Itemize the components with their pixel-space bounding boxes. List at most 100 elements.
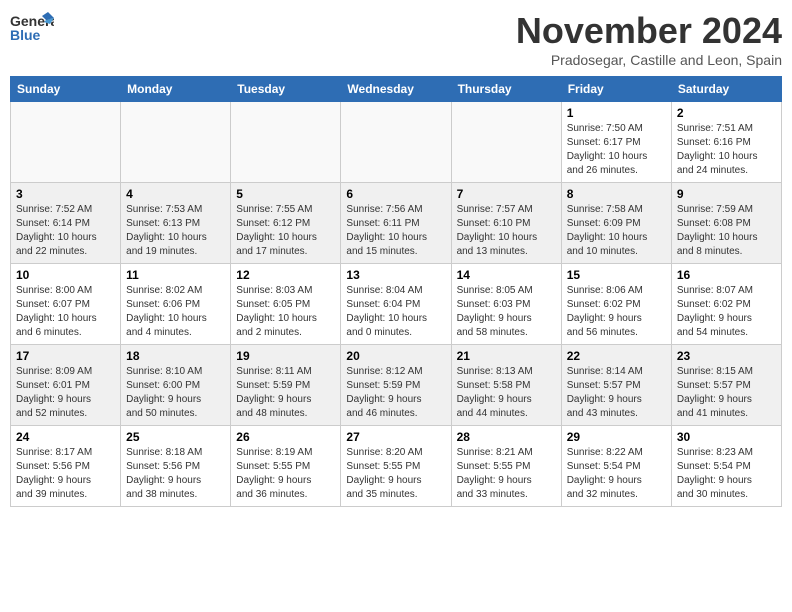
day-number: 8 [567, 187, 666, 201]
calendar-cell: 30 Sunrise: 8:23 AM Sunset: 5:54 PM Dayli… [671, 426, 781, 507]
calendar-week-row: 10 Sunrise: 8:00 AM Sunset: 6:07 PM Dayli… [11, 264, 782, 345]
day-info: Sunrise: 8:22 AM Sunset: 5:54 PM Dayligh… [567, 446, 666, 502]
calendar-cell: 2Sunrise: 7:51 AM Sunset: 6:16 PM Daylig… [671, 102, 781, 183]
column-header-tuesday: Tuesday [231, 77, 341, 102]
day-info: Sunrise: 8:00 AM Sunset: 6:07 PM Dayligh… [16, 284, 115, 340]
day-info: Sunrise: 7:59 AM Sunset: 6:08 PM Dayligh… [677, 203, 776, 259]
day-info: Sunrise: 8:21 AM Sunset: 5:55 PM Dayligh… [457, 446, 556, 502]
day-info: Sunrise: 8:05 AM Sunset: 6:03 PM Dayligh… [457, 284, 556, 340]
day-info: Sunrise: 8:15 AM Sunset: 5:57 PM Dayligh… [677, 365, 776, 421]
calendar-cell: 8Sunrise: 7:58 AM Sunset: 6:09 PM Daylig… [561, 183, 671, 264]
calendar-cell: 23 Sunrise: 8:15 AM Sunset: 5:57 PM Dayli… [671, 345, 781, 426]
day-info: Sunrise: 8:06 AM Sunset: 6:02 PM Dayligh… [567, 284, 666, 340]
column-header-wednesday: Wednesday [341, 77, 451, 102]
day-number: 24 [16, 430, 115, 444]
calendar-cell: 29 Sunrise: 8:22 AM Sunset: 5:54 PM Dayli… [561, 426, 671, 507]
day-number: 22 [567, 349, 666, 363]
day-info: Sunrise: 8:14 AM Sunset: 5:57 PM Dayligh… [567, 365, 666, 421]
day-info: Sunrise: 7:56 AM Sunset: 6:11 PM Dayligh… [346, 203, 445, 259]
calendar-cell [231, 102, 341, 183]
location-subtitle: Pradosegar, Castille and Leon, Spain [516, 52, 782, 68]
calendar-cell: 10 Sunrise: 8:00 AM Sunset: 6:07 PM Dayli… [11, 264, 121, 345]
column-header-friday: Friday [561, 77, 671, 102]
calendar-cell: 16 Sunrise: 8:07 AM Sunset: 6:02 PM Dayli… [671, 264, 781, 345]
calendar-cell: 20Sunrise: 8:12 AM Sunset: 5:59 PM Dayli… [341, 345, 451, 426]
day-info: Sunrise: 8:07 AM Sunset: 6:02 PM Dayligh… [677, 284, 776, 340]
calendar-cell: 9 Sunrise: 7:59 AM Sunset: 6:08 PM Daylig… [671, 183, 781, 264]
calendar-cell: 3 Sunrise: 7:52 AM Sunset: 6:14 PM Daylig… [11, 183, 121, 264]
day-number: 23 [677, 349, 776, 363]
calendar-cell: 4Sunrise: 7:53 AM Sunset: 6:13 PM Daylig… [121, 183, 231, 264]
calendar-cell: 17 Sunrise: 8:09 AM Sunset: 6:01 PM Dayli… [11, 345, 121, 426]
title-area: November 2024 Pradosegar, Castille and L… [516, 10, 782, 68]
calendar-cell: 15Sunrise: 8:06 AM Sunset: 6:02 PM Dayli… [561, 264, 671, 345]
calendar-week-row: 17 Sunrise: 8:09 AM Sunset: 6:01 PM Dayli… [11, 345, 782, 426]
day-number: 18 [126, 349, 225, 363]
calendar-cell: 6 Sunrise: 7:56 AM Sunset: 6:11 PM Daylig… [341, 183, 451, 264]
day-info: Sunrise: 7:52 AM Sunset: 6:14 PM Dayligh… [16, 203, 115, 259]
day-info: Sunrise: 8:09 AM Sunset: 6:01 PM Dayligh… [16, 365, 115, 421]
column-header-sunday: Sunday [11, 77, 121, 102]
day-number: 6 [346, 187, 445, 201]
logo: General Blue [10, 10, 54, 46]
day-info: Sunrise: 8:04 AM Sunset: 6:04 PM Dayligh… [346, 284, 445, 340]
calendar-cell: 13 Sunrise: 8:04 AM Sunset: 6:04 PM Dayli… [341, 264, 451, 345]
column-header-saturday: Saturday [671, 77, 781, 102]
calendar-week-row: 1 Sunrise: 7:50 AM Sunset: 6:17 PM Daylig… [11, 102, 782, 183]
day-number: 27 [346, 430, 445, 444]
day-number: 9 [677, 187, 776, 201]
day-info: Sunrise: 8:03 AM Sunset: 6:05 PM Dayligh… [236, 284, 335, 340]
day-info: Sunrise: 8:18 AM Sunset: 5:56 PM Dayligh… [126, 446, 225, 502]
calendar-cell: 22 Sunrise: 8:14 AM Sunset: 5:57 PM Dayli… [561, 345, 671, 426]
calendar-cell: 26Sunrise: 8:19 AM Sunset: 5:55 PM Dayli… [231, 426, 341, 507]
calendar-cell: 5 Sunrise: 7:55 AM Sunset: 6:12 PM Daylig… [231, 183, 341, 264]
calendar-table: SundayMondayTuesdayWednesdayThursdayFrid… [10, 76, 782, 507]
calendar-cell: 24Sunrise: 8:17 AM Sunset: 5:56 PM Dayli… [11, 426, 121, 507]
calendar-cell: 7 Sunrise: 7:57 AM Sunset: 6:10 PM Daylig… [451, 183, 561, 264]
calendar-cell: 12 Sunrise: 8:03 AM Sunset: 6:05 PM Dayli… [231, 264, 341, 345]
day-info: Sunrise: 7:51 AM Sunset: 6:16 PM Dayligh… [677, 122, 776, 178]
day-number: 13 [346, 268, 445, 282]
day-info: Sunrise: 7:55 AM Sunset: 6:12 PM Dayligh… [236, 203, 335, 259]
calendar-cell [451, 102, 561, 183]
column-header-thursday: Thursday [451, 77, 561, 102]
day-info: Sunrise: 7:50 AM Sunset: 6:17 PM Dayligh… [567, 122, 666, 178]
calendar-cell: 25 Sunrise: 8:18 AM Sunset: 5:56 PM Dayli… [121, 426, 231, 507]
day-info: Sunrise: 8:23 AM Sunset: 5:54 PM Dayligh… [677, 446, 776, 502]
day-number: 29 [567, 430, 666, 444]
day-number: 14 [457, 268, 556, 282]
day-info: Sunrise: 8:20 AM Sunset: 5:55 PM Dayligh… [346, 446, 445, 502]
day-number: 19 [236, 349, 335, 363]
day-number: 17 [16, 349, 115, 363]
logo-icon: General Blue [10, 10, 54, 46]
day-info: Sunrise: 8:10 AM Sunset: 6:00 PM Dayligh… [126, 365, 225, 421]
calendar-cell [341, 102, 451, 183]
calendar-cell: 18 Sunrise: 8:10 AM Sunset: 6:00 PM Dayli… [121, 345, 231, 426]
day-info: Sunrise: 8:11 AM Sunset: 5:59 PM Dayligh… [236, 365, 335, 421]
day-number: 4 [126, 187, 225, 201]
day-number: 28 [457, 430, 556, 444]
day-info: Sunrise: 8:12 AM Sunset: 5:59 PM Dayligh… [346, 365, 445, 421]
day-info: Sunrise: 7:57 AM Sunset: 6:10 PM Dayligh… [457, 203, 556, 259]
day-number: 25 [126, 430, 225, 444]
day-number: 7 [457, 187, 556, 201]
calendar-cell [121, 102, 231, 183]
day-number: 5 [236, 187, 335, 201]
calendar-cell: 11Sunrise: 8:02 AM Sunset: 6:06 PM Dayli… [121, 264, 231, 345]
calendar-cell: 21Sunrise: 8:13 AM Sunset: 5:58 PM Dayli… [451, 345, 561, 426]
page-header: General Blue November 2024 Pradosegar, C… [10, 10, 782, 68]
calendar-week-row: 24Sunrise: 8:17 AM Sunset: 5:56 PM Dayli… [11, 426, 782, 507]
calendar-header-row: SundayMondayTuesdayWednesdayThursdayFrid… [11, 77, 782, 102]
day-number: 3 [16, 187, 115, 201]
day-number: 21 [457, 349, 556, 363]
day-number: 12 [236, 268, 335, 282]
day-number: 10 [16, 268, 115, 282]
day-info: Sunrise: 8:19 AM Sunset: 5:55 PM Dayligh… [236, 446, 335, 502]
day-number: 30 [677, 430, 776, 444]
svg-text:Blue: Blue [10, 27, 41, 43]
day-number: 1 [567, 106, 666, 120]
day-number: 16 [677, 268, 776, 282]
day-number: 11 [126, 268, 225, 282]
calendar-cell: 27 Sunrise: 8:20 AM Sunset: 5:55 PM Dayli… [341, 426, 451, 507]
calendar-cell [11, 102, 121, 183]
